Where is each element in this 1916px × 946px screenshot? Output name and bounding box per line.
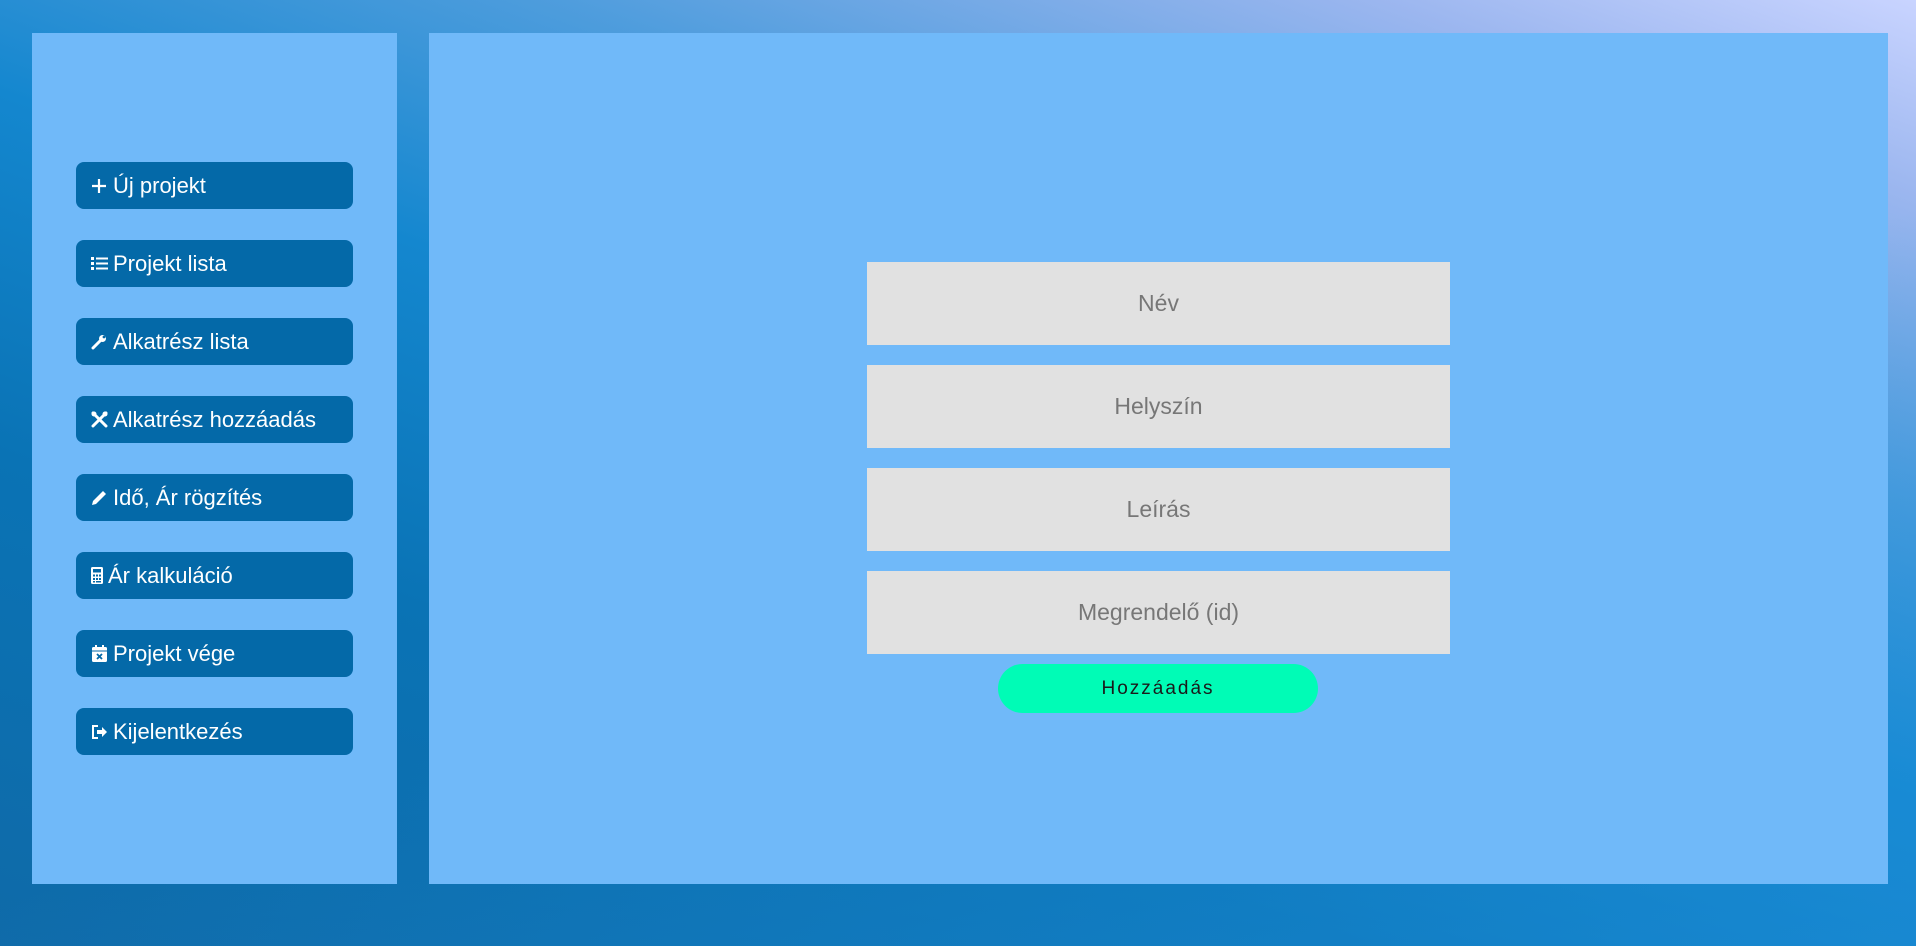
sidebar-item-label: Ár kalkuláció — [108, 562, 233, 588]
main-panel: Hozzáadás — [429, 33, 1888, 884]
sidebar-item-label: Kijelentkezés — [113, 718, 243, 744]
name-input[interactable] — [867, 262, 1450, 345]
sidebar-item-parts-list[interactable]: Alkatrész lista — [76, 318, 353, 365]
tools-icon — [90, 410, 108, 430]
list-icon — [90, 254, 108, 274]
description-input[interactable] — [867, 468, 1450, 551]
sidebar-item-label: Projekt vége — [113, 640, 236, 666]
sidebar-item-label: Projekt lista — [113, 250, 227, 276]
pencil-icon — [90, 488, 108, 508]
sidebar-item-label: Idő, Ár rögzítés — [113, 484, 263, 510]
sidebar-item-project-end[interactable]: Projekt vége — [76, 630, 353, 677]
sidebar: Új projekt Projekt lista Alkatrész lista… — [32, 33, 397, 884]
wrench-icon — [90, 332, 108, 352]
sidebar-item-label: Alkatrész lista — [113, 328, 249, 354]
sign-out-icon — [90, 722, 108, 742]
sidebar-item-project-list[interactable]: Projekt lista — [76, 240, 353, 287]
calendar-x-icon — [90, 644, 108, 664]
sidebar-item-price-calculation[interactable]: Ár kalkuláció — [76, 552, 353, 599]
add-button[interactable]: Hozzáadás — [998, 664, 1318, 713]
sidebar-item-add-part[interactable]: Alkatrész hozzáadás — [76, 396, 353, 443]
sidebar-item-record-time-price[interactable]: Idő, Ár rögzítés — [76, 474, 353, 521]
sidebar-item-new-project[interactable]: Új projekt — [76, 162, 353, 209]
client-id-input[interactable] — [867, 571, 1450, 654]
location-input[interactable] — [867, 365, 1450, 448]
plus-icon — [90, 176, 108, 196]
sidebar-item-logout[interactable]: Kijelentkezés — [76, 708, 353, 755]
sidebar-item-label: Új projekt — [113, 172, 206, 198]
sidebar-item-label: Alkatrész hozzáadás — [113, 406, 316, 432]
calculator-icon — [90, 566, 103, 586]
